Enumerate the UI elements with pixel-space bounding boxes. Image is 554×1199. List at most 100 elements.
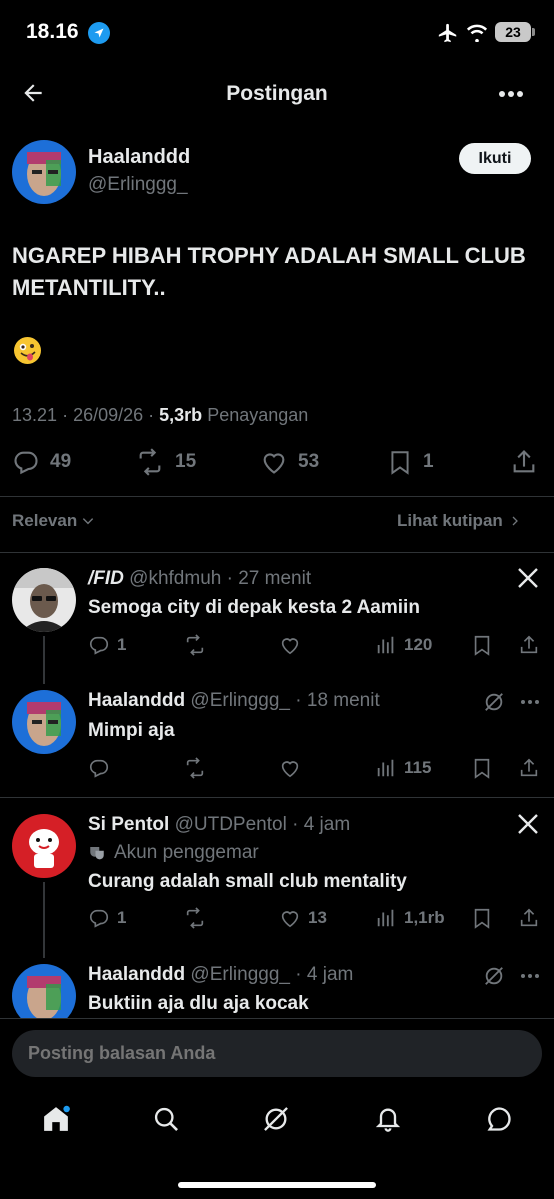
reply-author-name[interactable]: /FID bbox=[88, 568, 124, 589]
reply-time: 4 jam bbox=[303, 814, 351, 835]
reply-like-action[interactable]: 13 bbox=[279, 907, 327, 929]
reply-icon bbox=[14, 451, 38, 475]
reply-time: 27 menit bbox=[238, 568, 312, 589]
divider bbox=[0, 797, 554, 798]
grok-icon[interactable] bbox=[483, 691, 505, 713]
reply-author-name[interactable]: Haalanddd bbox=[88, 690, 185, 711]
reply-author-handle[interactable]: @Erlinggg_ bbox=[190, 690, 290, 711]
chevron-right-icon bbox=[512, 516, 518, 526]
heart-icon bbox=[281, 911, 299, 928]
reply-view-count: 1,1rb bbox=[404, 908, 445, 927]
bookmark-icon bbox=[474, 758, 490, 779]
reply-action[interactable]: 49 bbox=[12, 448, 71, 476]
thread-line bbox=[43, 882, 45, 958]
repost-icon bbox=[186, 907, 204, 929]
home-icon[interactable] bbox=[41, 1104, 71, 1134]
thread-line bbox=[43, 636, 45, 684]
x-logo-icon[interactable] bbox=[516, 812, 540, 836]
x-logo-icon[interactable] bbox=[516, 566, 540, 590]
reply-count: 1 bbox=[117, 635, 127, 654]
reply-header: Si Pentol @UTDPentol · 4 jam bbox=[88, 814, 350, 836]
grok-icon[interactable] bbox=[483, 965, 505, 987]
more-options-icon[interactable] bbox=[520, 973, 540, 979]
reply-bookmark-action[interactable] bbox=[471, 757, 493, 779]
reply-author-handle[interactable]: @Erlinggg_ bbox=[190, 964, 290, 985]
more-options-icon[interactable] bbox=[498, 90, 524, 98]
reply-bookmark-action[interactable] bbox=[471, 907, 493, 929]
bookmark-action[interactable]: 1 bbox=[387, 448, 434, 476]
sort-dropdown[interactable]: Relevan bbox=[12, 511, 95, 531]
heart-icon bbox=[281, 761, 299, 778]
repost-icon bbox=[186, 757, 204, 779]
meta-separator: · bbox=[292, 814, 299, 835]
reply-repost-action[interactable] bbox=[183, 757, 207, 779]
reply-avatar[interactable] bbox=[12, 568, 76, 632]
reply-icon bbox=[89, 636, 109, 655]
bookmark-icon bbox=[474, 635, 490, 656]
reply-text: Curang adalah small club mentality bbox=[88, 871, 407, 892]
heart-icon bbox=[263, 453, 285, 474]
meta-separator: · bbox=[295, 690, 302, 711]
search-icon[interactable] bbox=[152, 1105, 180, 1133]
reply-views-action[interactable]: 120 bbox=[375, 634, 432, 656]
reply-reply-action[interactable]: 1 bbox=[88, 634, 126, 656]
meta-separator: · bbox=[226, 568, 233, 589]
author-name[interactable]: Haalanddd bbox=[88, 146, 190, 169]
sort-label: Relevan bbox=[12, 511, 78, 530]
view-quotes-label: Lihat kutipan bbox=[397, 511, 503, 530]
like-action[interactable]: 53 bbox=[260, 448, 319, 476]
share-icon bbox=[520, 758, 538, 777]
repost-action[interactable]: 15 bbox=[135, 448, 196, 476]
reply-share-action[interactable] bbox=[518, 757, 540, 779]
reply-repost-action[interactable] bbox=[183, 907, 207, 929]
location-arrow-icon bbox=[88, 22, 110, 44]
reply-bookmark-action[interactable] bbox=[471, 634, 493, 656]
view-quotes-link[interactable]: Lihat kutipan bbox=[397, 511, 521, 531]
reply-reply-action[interactable] bbox=[88, 757, 110, 779]
meta-separator: · bbox=[62, 405, 74, 425]
notifications-icon[interactable] bbox=[374, 1105, 402, 1133]
reply-author-handle[interactable]: @UTDPentol bbox=[175, 814, 287, 835]
reply-share-action[interactable] bbox=[518, 907, 540, 929]
share-action[interactable] bbox=[510, 448, 538, 476]
divider bbox=[0, 552, 554, 553]
follow-button[interactable]: Ikuti bbox=[459, 143, 531, 174]
reply-like-action[interactable] bbox=[279, 757, 301, 779]
reply-views-action[interactable]: 115 bbox=[375, 757, 431, 779]
fan-account-badge: Akun penggemar bbox=[88, 842, 259, 864]
meta-separator: · bbox=[148, 405, 160, 425]
reply-author-name[interactable]: Haalanddd bbox=[88, 964, 185, 985]
reply-text: Semoga city di depak kesta 2 Aamiin bbox=[88, 597, 420, 618]
post-date: 26/09/26 bbox=[73, 405, 144, 425]
reply-share-action[interactable] bbox=[518, 634, 540, 656]
analytics-icon bbox=[377, 636, 394, 654]
divider bbox=[0, 496, 554, 497]
reply-avatar[interactable] bbox=[12, 814, 76, 878]
reply-avatar[interactable] bbox=[12, 690, 76, 754]
author-handle[interactable]: @Erlinggg_ bbox=[88, 174, 188, 196]
battery-indicator: 23 bbox=[495, 22, 531, 42]
bookmark-icon bbox=[391, 451, 409, 475]
reply-header: /FID @khfdmuh · 27 menit bbox=[88, 568, 311, 590]
reply-reply-action[interactable]: 1 bbox=[88, 907, 126, 929]
messages-icon[interactable] bbox=[485, 1105, 513, 1133]
wifi-icon bbox=[466, 22, 488, 42]
reply-count: 1 bbox=[117, 908, 127, 927]
more-options-icon[interactable] bbox=[520, 699, 540, 705]
reply-icon bbox=[89, 909, 109, 928]
chevron-down-icon bbox=[83, 518, 94, 525]
reply-author-name[interactable]: Si Pentol bbox=[88, 814, 169, 835]
reply-like-action[interactable] bbox=[279, 634, 301, 656]
reply-repost-action[interactable] bbox=[183, 634, 207, 656]
page-title: Postingan bbox=[226, 82, 328, 105]
meta-separator: · bbox=[295, 964, 302, 985]
reply-view-count: 120 bbox=[404, 635, 433, 654]
analytics-icon bbox=[377, 909, 394, 927]
theater-masks-icon bbox=[90, 847, 104, 860]
grok-icon[interactable] bbox=[262, 1105, 290, 1133]
home-indicator bbox=[178, 1182, 376, 1188]
reply-views-action[interactable]: 1,1rb bbox=[375, 907, 445, 929]
reply-author-handle[interactable]: @khfdmuh bbox=[129, 568, 221, 589]
reply-input[interactable] bbox=[12, 1030, 542, 1077]
author-avatar[interactable] bbox=[12, 140, 76, 204]
